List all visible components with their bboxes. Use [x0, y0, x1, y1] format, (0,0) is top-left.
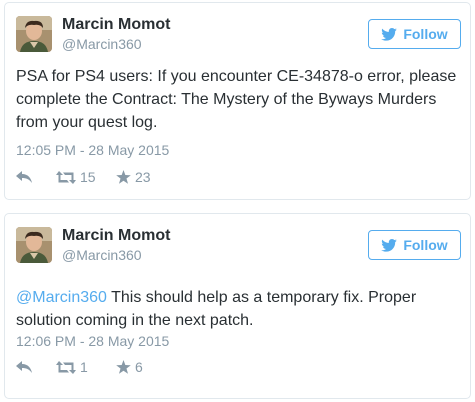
follow-label: Follow — [403, 237, 448, 253]
reply-button[interactable] — [16, 360, 56, 374]
avatar[interactable] — [16, 16, 52, 52]
reply-button[interactable] — [16, 170, 56, 184]
tweet-card: Marcin Momot @Marcin360 Follow PSA for P… — [4, 2, 471, 200]
favorite-star-icon — [116, 170, 131, 184]
tweet-timestamp[interactable]: 12:05 PM - 28 May 2015 — [16, 141, 169, 159]
author-screen-name[interactable]: @Marcin360 — [62, 246, 142, 264]
reply-icon — [16, 360, 32, 374]
tweet-card: Marcin Momot @Marcin360 Follow @Marcin36… — [4, 213, 471, 399]
retweet-button[interactable]: 15 — [56, 169, 116, 185]
favorite-count: 23 — [135, 169, 151, 185]
tweet-feed: Marcin Momot @Marcin360 Follow PSA for P… — [0, 0, 475, 402]
author-display-name[interactable]: Marcin Momot — [62, 15, 170, 35]
retweet-icon — [56, 170, 76, 184]
follow-label: Follow — [403, 26, 448, 42]
follow-button[interactable]: Follow — [368, 230, 461, 260]
tweet-actions: 1 6 — [16, 357, 176, 377]
retweet-count: 15 — [80, 169, 96, 185]
retweet-button[interactable]: 1 — [56, 359, 116, 375]
favorite-count: 6 — [135, 359, 143, 375]
avatar[interactable] — [16, 227, 52, 263]
favorite-button[interactable]: 6 — [116, 359, 176, 375]
tweet-actions: 15 23 — [16, 167, 176, 187]
retweet-count: 1 — [80, 359, 88, 375]
author-display-name[interactable]: Marcin Momot — [62, 226, 170, 246]
retweet-icon — [56, 360, 76, 374]
follow-button[interactable]: Follow — [368, 19, 461, 49]
mention-link[interactable]: @Marcin360 — [16, 289, 107, 306]
twitter-bird-icon — [381, 27, 398, 41]
favorite-star-icon — [116, 360, 131, 374]
author-screen-name[interactable]: @Marcin360 — [62, 35, 142, 53]
tweet-text: @Marcin360 This should help as a tempora… — [16, 286, 466, 332]
reply-icon — [16, 170, 32, 184]
tweet-timestamp[interactable]: 12:06 PM - 28 May 2015 — [16, 332, 169, 350]
favorite-button[interactable]: 23 — [116, 169, 176, 185]
twitter-bird-icon — [381, 238, 398, 252]
tweet-text: PSA for PS4 users: If you encounter CE-3… — [16, 68, 457, 131]
